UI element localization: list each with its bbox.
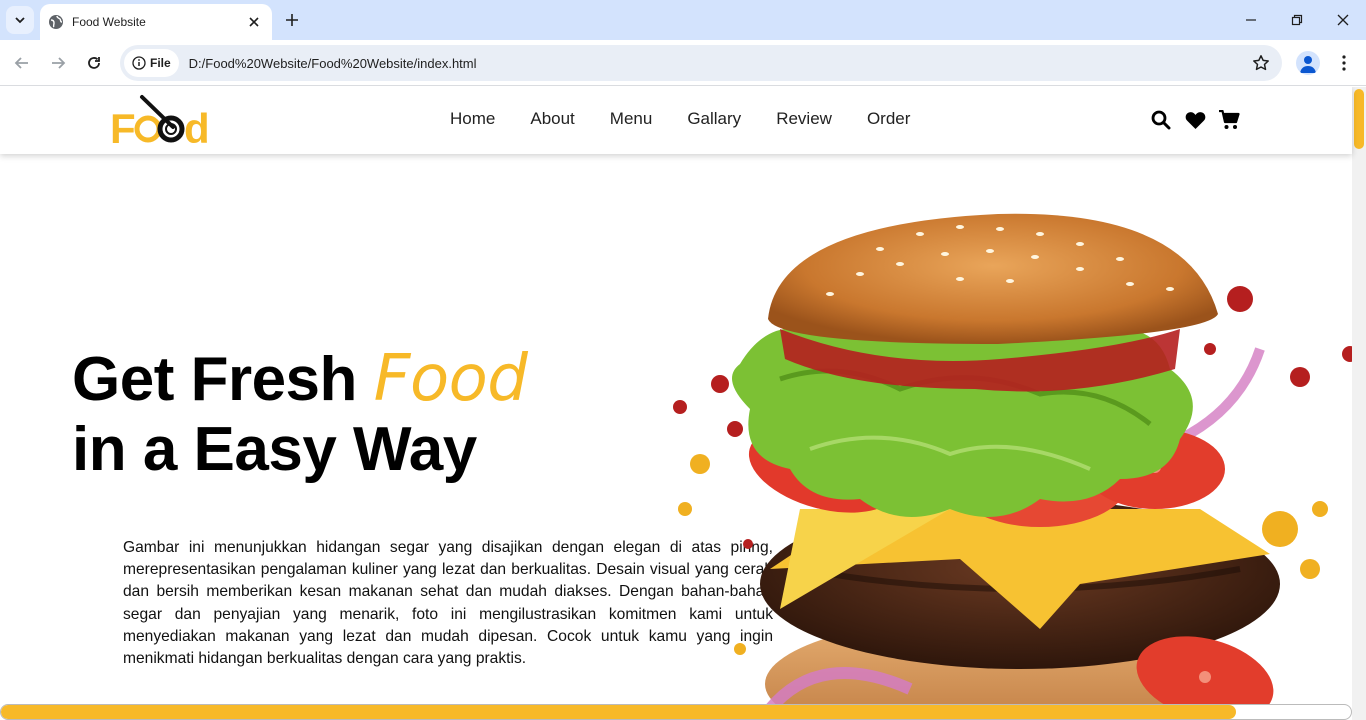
- more-vertical-icon: [1342, 55, 1346, 71]
- restore-button[interactable]: [1274, 0, 1320, 40]
- hero-section: Get Fresh Food in a Easy Way Gambar ini …: [0, 154, 1352, 720]
- browser-menu-button[interactable]: [1332, 49, 1356, 77]
- hero-title-accent: Food: [373, 342, 528, 416]
- plus-icon: [286, 14, 298, 26]
- cart-icon[interactable]: [1218, 109, 1240, 131]
- minimize-icon: [1246, 19, 1256, 21]
- main-nav: Home About Menu Gallary Review Order: [450, 109, 945, 129]
- nav-gallary[interactable]: Gallary: [687, 109, 741, 129]
- hero-title: Get Fresh Food in a Easy Way: [72, 342, 528, 485]
- arrow-right-icon: [52, 57, 66, 69]
- scroll-progress-bar: [0, 704, 1352, 720]
- site-logo[interactable]: F d: [110, 93, 216, 149]
- minimize-button[interactable]: [1228, 0, 1274, 40]
- url-text: D:/Food%20Website/Food%20Website/index.h…: [188, 55, 477, 71]
- new-tab-button[interactable]: [280, 8, 304, 32]
- info-icon: [132, 56, 146, 70]
- browser-tab-bar: Food Website: [0, 0, 1366, 40]
- site-header: F d Home About Menu Gallary Review Order: [0, 87, 1352, 154]
- close-icon: [1337, 14, 1349, 26]
- header-icons: [1150, 109, 1240, 131]
- svg-text:d: d: [184, 105, 209, 149]
- arrow-left-icon: [14, 57, 28, 69]
- restore-icon: [1291, 14, 1303, 26]
- globe-icon: [48, 14, 64, 30]
- nav-order[interactable]: Order: [867, 109, 910, 129]
- tab-search-button[interactable]: [6, 6, 34, 34]
- hero-title-line1: Get Fresh: [72, 345, 357, 414]
- nav-home[interactable]: Home: [450, 109, 495, 129]
- reload-icon: [88, 57, 100, 69]
- close-icon: [249, 17, 259, 27]
- nav-review[interactable]: Review: [776, 109, 832, 129]
- site-chip-label: File: [150, 56, 171, 70]
- close-tab-button[interactable]: [244, 12, 264, 32]
- nav-menu[interactable]: Menu: [610, 109, 653, 129]
- svg-text:F: F: [110, 105, 135, 149]
- tab-title: Food Website: [72, 15, 146, 29]
- hero-title-line2: in a Easy Way: [72, 415, 477, 484]
- page-viewport: F d Home About Menu Gallary Review Order: [0, 87, 1366, 720]
- forward-button[interactable]: [44, 49, 72, 77]
- reload-button[interactable]: [80, 49, 108, 77]
- logo-graphic: F d: [110, 95, 210, 149]
- address-bar[interactable]: File D:/Food%20Website/Food%20Website/in…: [120, 45, 1282, 81]
- page-scrollbar[interactable]: [1352, 87, 1366, 720]
- back-button[interactable]: [8, 49, 36, 77]
- bookmark-button[interactable]: [1246, 48, 1276, 78]
- scroll-progress-fill: [1, 705, 1237, 719]
- nav-about[interactable]: About: [530, 109, 574, 129]
- profile-avatar[interactable]: [1296, 51, 1320, 75]
- star-icon: [1253, 55, 1269, 71]
- search-icon[interactable]: [1150, 109, 1172, 131]
- close-window-button[interactable]: [1320, 0, 1366, 40]
- heart-icon[interactable]: [1184, 109, 1206, 131]
- person-icon: [1300, 56, 1316, 73]
- site-info-chip[interactable]: File: [124, 49, 179, 77]
- chevron-down-icon: [15, 17, 25, 24]
- browser-tab[interactable]: Food Website: [40, 4, 272, 40]
- scrollbar-thumb[interactable]: [1354, 89, 1364, 149]
- burger-image: [673, 213, 1352, 720]
- browser-toolbar: File D:/Food%20Website/Food%20Website/in…: [0, 40, 1366, 86]
